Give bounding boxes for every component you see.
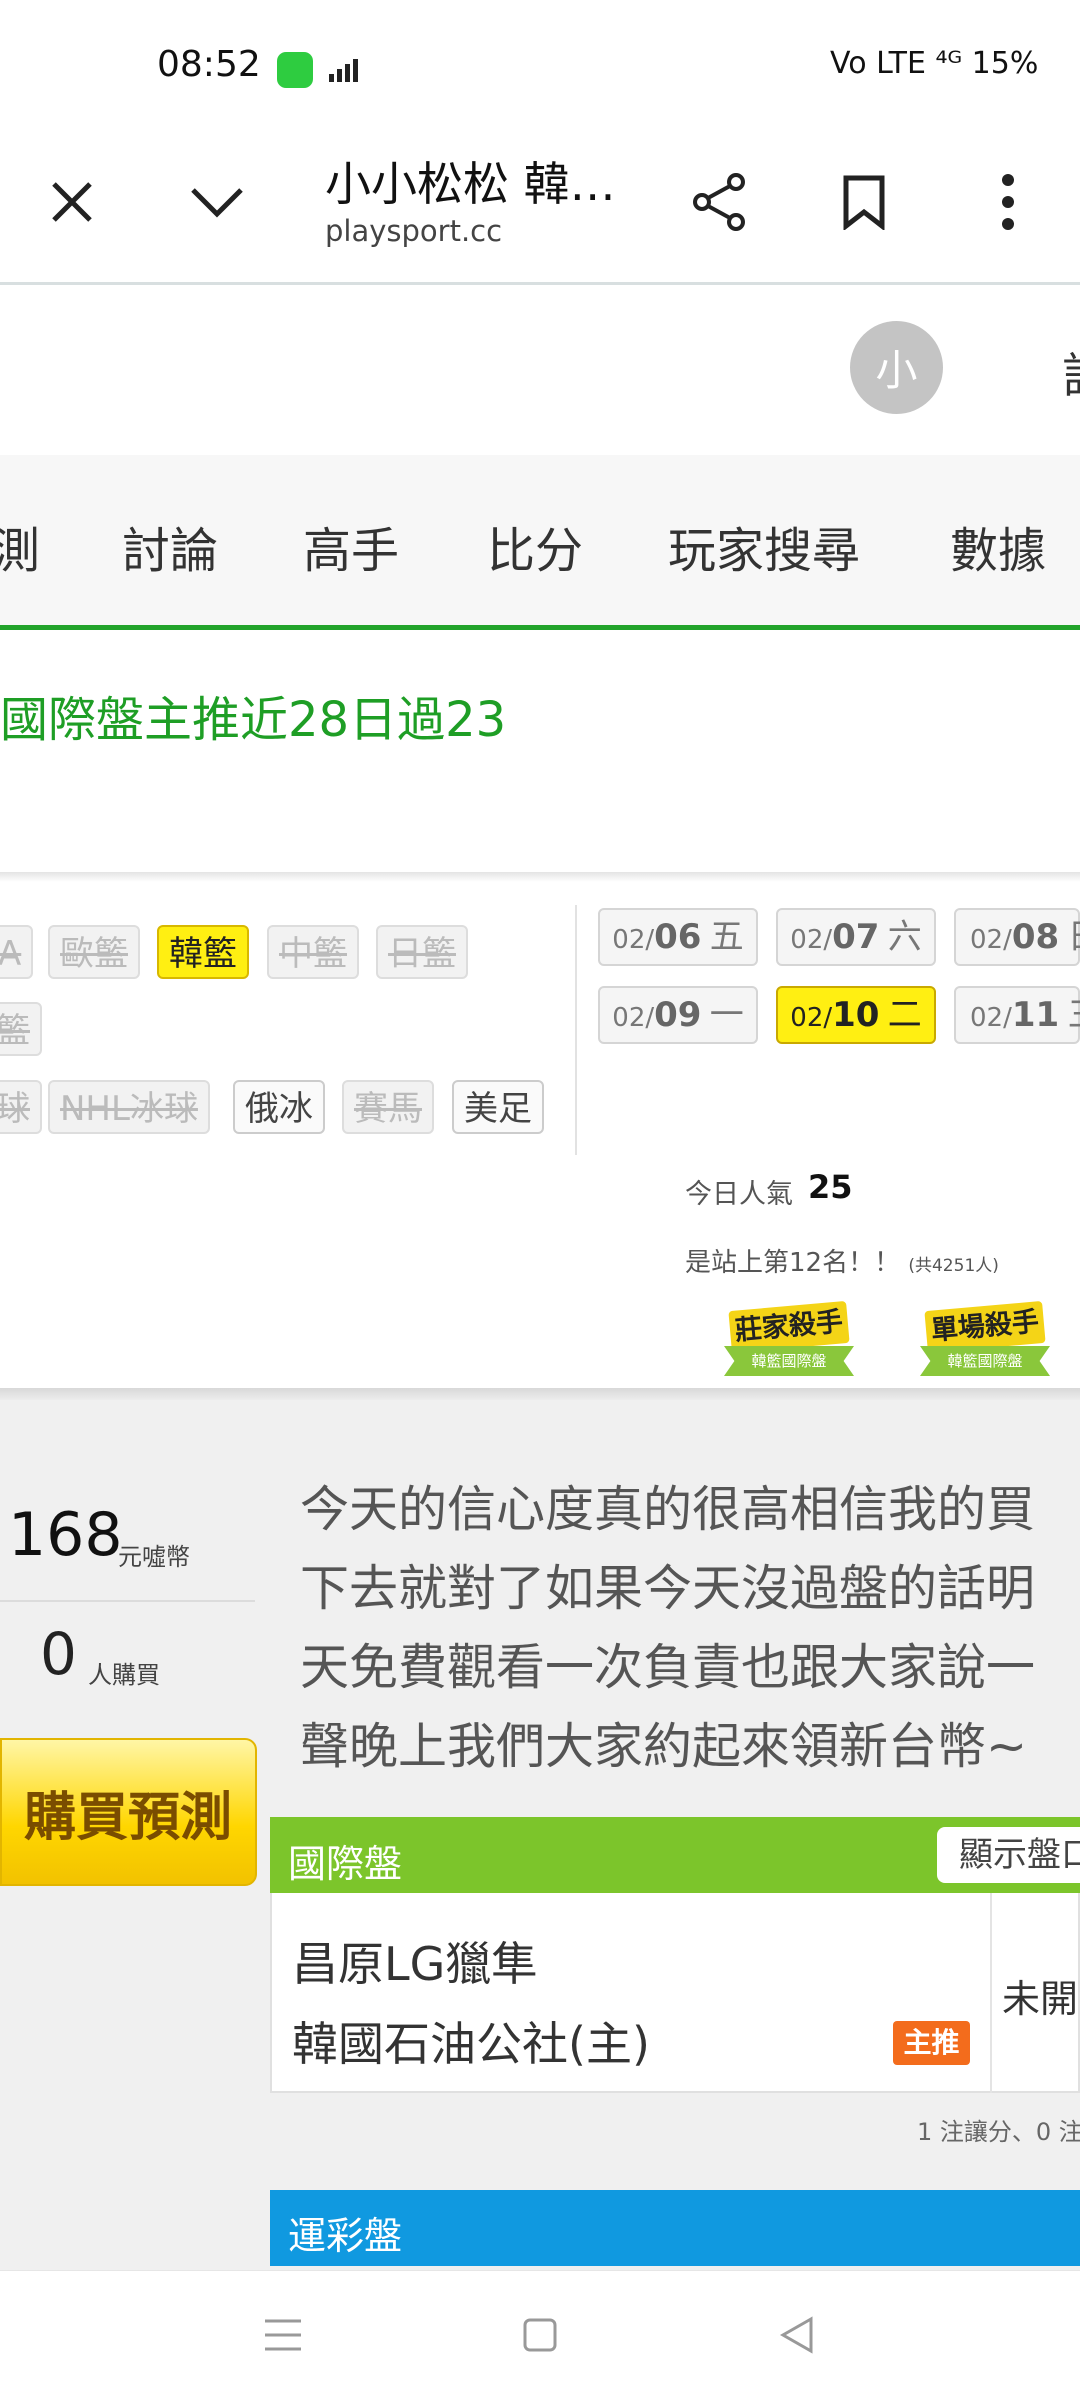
home-icon[interactable] — [515, 2310, 565, 2360]
bet-stats: 1 注讓分、0 注 — [917, 2118, 1080, 2146]
date-button-active[interactable]: 02/10 二 — [776, 986, 936, 1044]
league-tag[interactable]: A — [0, 925, 34, 979]
back-icon[interactable] — [772, 2310, 822, 2360]
share-icon[interactable] — [678, 160, 762, 244]
away-team: 昌原LG獵隼 — [292, 1937, 538, 1991]
league-tag[interactable]: 日籃 — [376, 925, 468, 979]
league-tag[interactable]: 歐籃 — [48, 925, 140, 979]
league-tag[interactable]: 俄冰 — [233, 1080, 325, 1134]
price-unit: 元噓幣 — [118, 1543, 190, 1571]
rank-label: 是站上第12名！！ — [685, 1248, 901, 1278]
badge-title: 莊家殺手 — [728, 1300, 850, 1354]
status-indicators: Vo LTE ⁴ᴳ 15% — [830, 46, 1039, 81]
close-icon[interactable] — [30, 160, 114, 244]
rank-total: (共4251人) — [908, 1256, 999, 1276]
divider — [0, 1600, 255, 1602]
menu-icon[interactable] — [258, 2310, 308, 2360]
home-team: 韓國石油公社(主) — [292, 2017, 650, 2071]
badge-title: 單場殺手 — [924, 1300, 1046, 1354]
buyer-unit: 人購買 — [88, 1661, 160, 1689]
buy-prediction-button[interactable]: 購買預測 — [0, 1738, 257, 1886]
league-tag[interactable]: NHL冰球 — [48, 1080, 210, 1134]
popularity-label: 今日人氣 — [685, 1179, 793, 1210]
price-value: 168 — [8, 1500, 123, 1570]
badge-subtitle: 韓籃國際盤 — [947, 1352, 1023, 1370]
page-url[interactable]: playsport.cc — [325, 214, 502, 248]
league-tag-active[interactable]: 韓籃 — [157, 925, 249, 979]
main-nav: 測 討論 高手 比分 玩家搜尋 數據 — [0, 455, 1080, 630]
page-title[interactable]: 小小松松 韓… — [325, 148, 616, 214]
signal-app-icon — [329, 59, 358, 82]
date-button[interactable]: 02/09 一 — [598, 986, 758, 1044]
nav-item-discuss[interactable]: 討論 — [122, 511, 218, 581]
league-tag[interactable]: 球 — [0, 1080, 42, 1134]
date-button[interactable]: 02/06 五 — [598, 908, 758, 966]
nav-item-scores[interactable]: 比分 — [487, 511, 583, 581]
main-pick-badge: 主推 — [893, 2021, 970, 2065]
league-tag[interactable]: 美足 — [452, 1080, 544, 1134]
nav-item-data[interactable]: 數據 — [950, 511, 1046, 581]
league-tag[interactable]: 賽馬 — [342, 1080, 434, 1134]
popularity-value: 25 — [808, 1168, 853, 1206]
browser-toolbar: 小小松松 韓… playsport.cc — [0, 120, 1080, 285]
chevron-down-icon[interactable] — [175, 160, 259, 244]
status-bar: 08:52 Vo LTE ⁴ᴳ 15% — [0, 0, 1080, 120]
rank-text: 是站上第12名！！ (共4251人) — [685, 1242, 999, 1279]
nav-item-predict[interactable]: 測 — [0, 511, 40, 581]
buyer-count: 0 — [40, 1620, 77, 1688]
game-status: 未開 — [1002, 1977, 1079, 2021]
nav-item-player-search[interactable]: 玩家搜尋 — [668, 511, 860, 581]
more-vert-icon[interactable] — [966, 160, 1050, 244]
date-button[interactable]: 02/08 日 — [954, 908, 1080, 966]
record-headline: 國際盤主推近28日過23 — [0, 692, 507, 748]
vertical-divider — [575, 905, 577, 1155]
app-notification-icon — [277, 52, 313, 88]
league-tag[interactable]: 籃 — [0, 1002, 42, 1056]
avatar[interactable]: 小 — [850, 321, 943, 414]
date-button[interactable]: 02/11 三 — [954, 986, 1080, 1044]
intl-panel-title: 國際盤 — [288, 1842, 403, 1886]
badge-subtitle: 韓籃國際盤 — [751, 1352, 827, 1370]
badge-ribbon: 韓籃國際盤 — [920, 1346, 1050, 1376]
league-tag[interactable]: 中籃 — [267, 925, 359, 979]
vertical-divider — [990, 1893, 992, 2093]
lottery-panel-title: 運彩盤 — [288, 2214, 403, 2258]
single-game-killer-badge: 單場殺手 韓籃國際盤 — [920, 1300, 1050, 1384]
badge-ribbon: 韓籃國際盤 — [724, 1346, 854, 1376]
nav-item-experts[interactable]: 高手 — [303, 511, 399, 581]
prediction-description: 今天的信心度真的很高相信我的買下去就對了如果今天沒過盤的話明天免費觀看一次負責也… — [300, 1481, 1036, 1775]
bookmark-icon[interactable] — [822, 160, 906, 244]
show-odds-button[interactable]: 顯示盤口 — [937, 1827, 1080, 1883]
date-button[interactable]: 02/07 六 — [776, 908, 936, 966]
dealer-killer-badge: 莊家殺手 韓籃國際盤 — [724, 1300, 854, 1384]
header-edge-link[interactable]: 註 — [1062, 336, 1080, 406]
divider — [0, 872, 1080, 882]
status-time: 08:52 — [157, 44, 261, 85]
